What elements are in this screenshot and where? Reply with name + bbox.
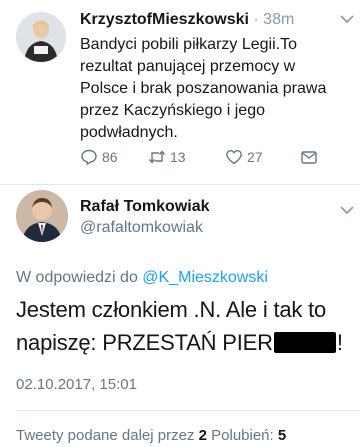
avatar-photo [16,12,66,62]
time-separator: · [253,11,259,28]
direct-message-icon [301,151,317,164]
tweet-text: Bandyci pobili piłkarzy Legii.To rezulta… [80,36,327,141]
reply-to-handle-link[interactable]: @K_Mieszkowski [142,269,268,286]
redaction-box [273,332,336,353]
retweets-label[interactable]: Tweety podane dalej przez [16,427,194,444]
tweet-time[interactable]: 38m [263,11,294,28]
direct-message-button[interactable] [300,148,322,166]
reply-text-end: ! [336,330,343,355]
retweets-value[interactable]: 2 [199,427,207,444]
reply-text: Jestem członkiem .N. Ale i tak to napisz… [16,293,346,359]
retweet-count: 13 [170,149,186,165]
reply-icon [81,149,97,165]
divider [0,184,360,185]
chevron-down-icon[interactable] [340,205,354,215]
like-count: 27 [247,149,263,165]
engagement-stats: Tweety podane dalej przez 2 Polubień: 5 [16,427,286,444]
reply-author-handle[interactable]: @rafaltomkowiak [80,219,203,237]
reply-count: 86 [102,149,118,165]
reply-author-name[interactable]: Rafał Tomkowiak [80,198,210,216]
reply-timestamp[interactable]: 02.10.2017, 15:01 [16,376,137,393]
reply-to-prefix: W odpowiedzi do [16,269,138,286]
reply-to-line: W odpowiedzi do @K_Mieszkowski [16,269,268,287]
chevron-down-icon[interactable] [340,14,354,24]
reply-button[interactable]: 86 [80,148,118,166]
like-button[interactable]: 27 [225,148,263,166]
retweet-button[interactable]: 13 [148,148,186,166]
avatar[interactable] [16,12,66,62]
avatar-photo [16,190,68,242]
likes-label[interactable]: Polubień: [211,427,274,444]
parent-tweet[interactable]: KrzysztofMieszkowski · 38m Bandyci pobil… [0,0,360,180]
like-icon [226,150,242,165]
divider [16,410,360,411]
likes-value[interactable]: 5 [278,427,286,444]
tweet-header: KrzysztofMieszkowski · 38m [80,10,294,30]
retweet-icon [148,150,166,164]
reply-avatar[interactable] [16,190,68,242]
tweet-actions: 86 13 27 [80,148,340,168]
author-name[interactable]: KrzysztofMieszkowski [80,11,249,28]
